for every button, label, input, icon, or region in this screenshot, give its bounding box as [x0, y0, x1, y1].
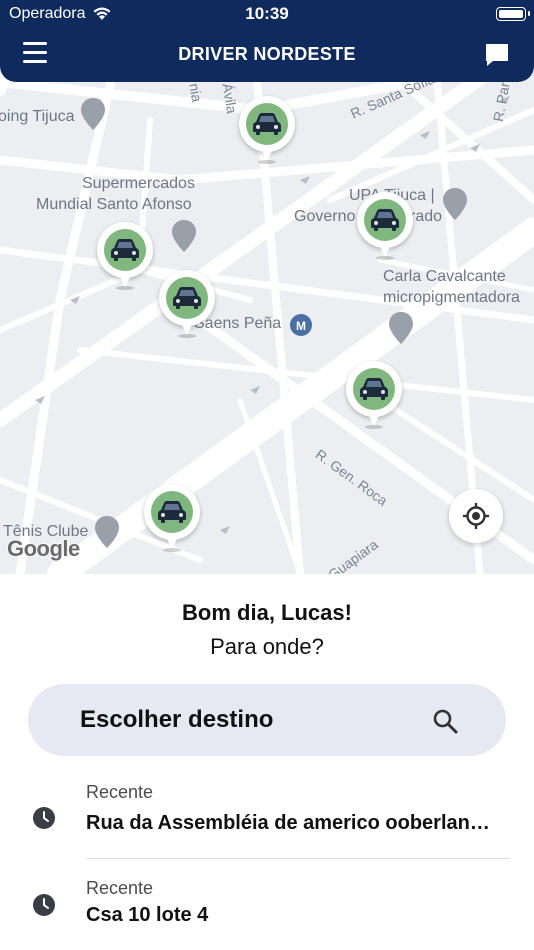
- recent-address: Rua da Assembléia de americo ooberlan…: [86, 812, 490, 834]
- car-icon: [371, 209, 399, 231]
- car-marker[interactable]: [357, 192, 413, 262]
- place-label-governo-suffix: rado: [410, 208, 443, 225]
- list-divider: [86, 858, 510, 859]
- my-location-button[interactable]: [449, 489, 503, 543]
- app-header: DRIVER NORDESTE: [0, 28, 534, 82]
- crosshair-icon: [463, 503, 489, 529]
- place-label-carla: Carla Cavalcante: [383, 268, 506, 285]
- map-roads: M: [0, 0, 534, 574]
- app-title: DRIVER NORDESTE: [178, 44, 356, 64]
- place-label-mundial: Mundial Santo Afonso: [36, 196, 192, 213]
- car-marker[interactable]: [97, 222, 153, 292]
- recent-label: Recente: [86, 878, 154, 898]
- map-view[interactable]: M oing Tijuca Supermercados Mundial Sant…: [0, 0, 534, 574]
- clock-icon: [33, 894, 55, 916]
- car-icon: [360, 378, 388, 400]
- recent-address: Csa 10 lote 4: [86, 904, 209, 926]
- destination-question: Para onde?: [210, 634, 324, 659]
- car-icon: [173, 287, 201, 309]
- search-icon: [433, 709, 458, 734]
- car-marker[interactable]: [346, 361, 402, 431]
- destination-panel: Bom dia, Lucas! Para onde? Escolher dest…: [0, 574, 534, 950]
- place-label-governo: Governo: [294, 208, 356, 225]
- status-time: 10:39: [245, 4, 289, 23]
- place-label-tijuca: oing Tijuca: [0, 108, 75, 125]
- car-icon: [111, 239, 139, 261]
- car-marker[interactable]: [144, 484, 200, 554]
- status-bar: Operadora 10:39: [0, 0, 534, 28]
- choose-destination-label: Escolher destino: [80, 706, 274, 733]
- car-icon: [253, 113, 281, 135]
- place-label-micropigmentadora: micropigmentadora: [383, 289, 520, 306]
- google-attribution: Google: [7, 536, 80, 561]
- choose-destination-button[interactable]: Escolher destino: [28, 684, 506, 756]
- clock-icon: [33, 807, 55, 829]
- car-marker[interactable]: [239, 96, 295, 166]
- chat-button[interactable]: [484, 42, 510, 68]
- recent-destination-item[interactable]: Recente Rua da Assembléia de americo oob…: [0, 778, 534, 868]
- recent-destination-item[interactable]: Recente Csa 10 lote 4: [0, 874, 534, 950]
- street-label-nia: nia: [186, 82, 206, 104]
- greeting-text: Bom dia, Lucas!: [182, 600, 352, 625]
- chat-icon: [486, 44, 508, 66]
- car-icon: [158, 501, 186, 523]
- svg-text:M: M: [296, 319, 306, 333]
- recent-label: Recente: [86, 782, 154, 802]
- battery-icon: [496, 7, 530, 21]
- car-marker[interactable]: [159, 270, 215, 340]
- place-label-supermercados: Supermercados: [82, 175, 195, 192]
